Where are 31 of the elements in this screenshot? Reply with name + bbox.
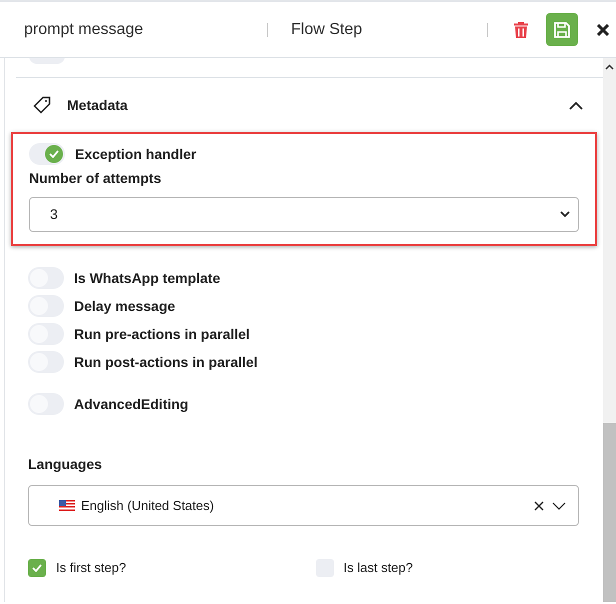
panel-subtitle: Flow Step	[291, 20, 364, 40]
save-button[interactable]	[546, 13, 578, 46]
panel-title: prompt message	[24, 20, 144, 40]
checkbox[interactable]	[28, 558, 46, 577]
toggle-label: AdvancedEditing	[74, 394, 188, 414]
tag-icon	[33, 96, 51, 114]
flag-icon	[59, 500, 75, 511]
toggle-label: Delay message	[74, 296, 176, 316]
checkbox-label: Is last step?	[344, 559, 413, 577]
scroll-up-icon[interactable]	[605, 64, 614, 70]
checkmark-icon	[32, 564, 42, 572]
clear-icon[interactable]	[534, 500, 544, 510]
language-select[interactable]: English (United States)	[28, 485, 579, 526]
attempts-select[interactable]: 3	[29, 197, 579, 232]
section-title: Metadata	[67, 96, 129, 114]
toggle-label: Run post-actions in parallel	[74, 352, 258, 372]
chevron-up-icon[interactable]	[569, 100, 583, 110]
trash-icon[interactable]	[514, 22, 528, 38]
field-label: Languages	[28, 455, 103, 474]
field-label: Number of attempts	[29, 169, 162, 188]
toggle-switch[interactable]	[29, 143, 65, 165]
chevron-down-icon[interactable]	[552, 502, 566, 510]
scrollbar[interactable]	[603, 58, 616, 602]
toggle-label: Exception handler	[75, 144, 196, 164]
checkmark-icon	[49, 150, 59, 158]
select-value: English (United States)	[81, 496, 215, 515]
toggle-label: Is WhatsApp template	[74, 268, 220, 288]
chevron-down-icon	[560, 211, 570, 218]
checkbox-label: Is first step?	[56, 559, 126, 577]
close-icon[interactable]	[597, 24, 609, 36]
toggle-label: Run pre-actions in parallel	[74, 324, 250, 344]
